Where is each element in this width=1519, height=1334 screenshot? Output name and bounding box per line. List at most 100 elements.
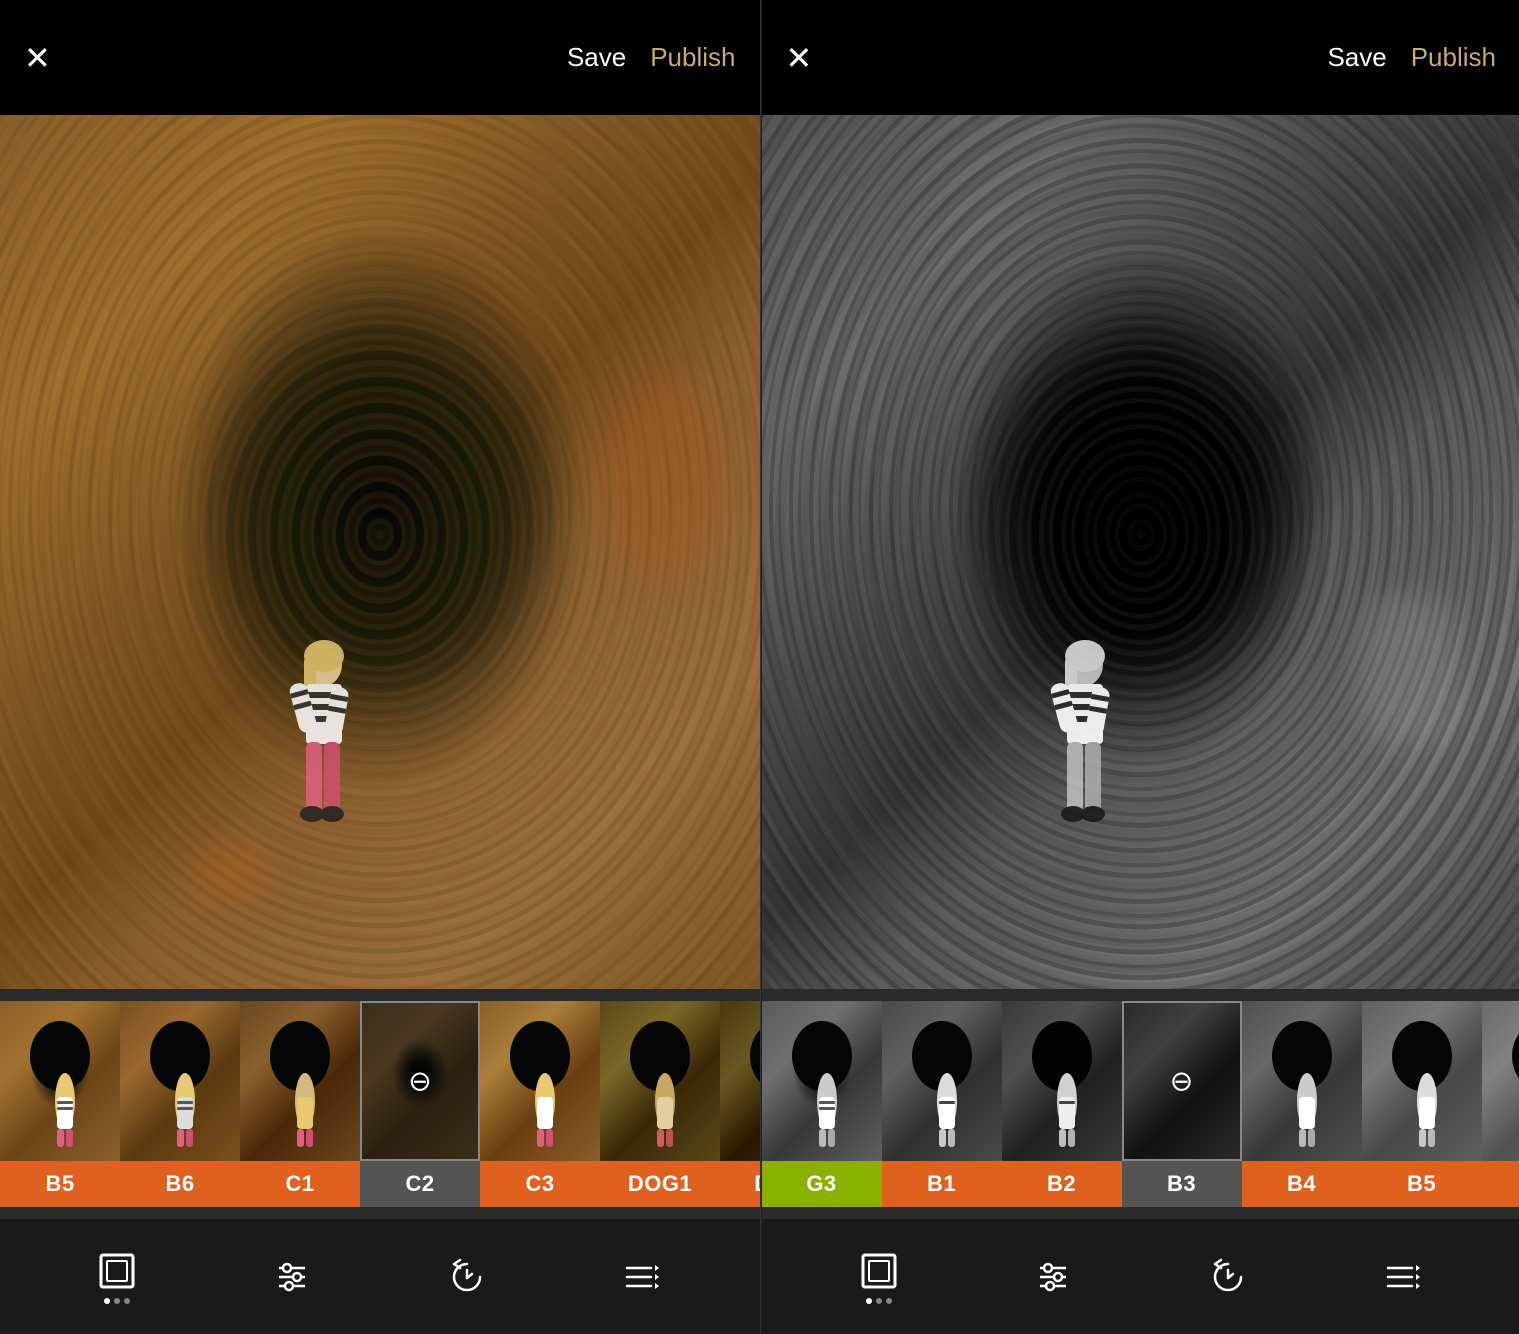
left-adjustments-button[interactable] xyxy=(271,1256,313,1298)
filter-label-b6-right: B6 xyxy=(1482,1161,1519,1207)
right-frames-icon xyxy=(858,1250,900,1292)
dot2 xyxy=(114,1298,120,1304)
filter-thumb-dog2-left xyxy=(720,1001,760,1161)
filter-label-b5-right: B5 xyxy=(1362,1161,1482,1207)
dot1 xyxy=(104,1298,110,1304)
dot3 xyxy=(124,1298,130,1304)
filter-active-icon-b3: ⊖ xyxy=(1170,1065,1193,1098)
right-header: ✕ Save Publish xyxy=(762,0,1519,115)
filter-label-c2-left: C2 xyxy=(360,1161,480,1207)
filter-item-c1-left[interactable]: C1 xyxy=(240,1001,360,1207)
right-child-figure xyxy=(1035,634,1125,884)
history-icon xyxy=(446,1256,488,1298)
filter-thumb-b6-left xyxy=(120,1001,240,1161)
filter-label-b6-left: B6 xyxy=(120,1161,240,1207)
left-presets-button[interactable] xyxy=(621,1256,663,1298)
right-history-icon xyxy=(1207,1256,1249,1298)
right-dot1 xyxy=(866,1298,872,1304)
filter-item-g3-right[interactable]: G3 xyxy=(762,1001,882,1207)
right-panel: ✕ Save Publish xyxy=(761,0,1519,1334)
filter-label-c1-left: C1 xyxy=(240,1161,360,1207)
filter-thumb-c3-left xyxy=(480,1001,600,1161)
filter-thumb-child-b6r xyxy=(1482,1001,1519,1161)
filter-thumb-child-b5r xyxy=(1362,1001,1482,1161)
filter-item-b3-right[interactable]: ⊖ B3 xyxy=(1122,1001,1242,1207)
left-filter-scroll: B5 B6 xyxy=(0,989,760,1219)
filter-item-c3-left[interactable]: C3 xyxy=(480,1001,600,1207)
filter-thumb-child-b4 xyxy=(1242,1001,1362,1161)
filter-label-b5-left: B5 xyxy=(0,1161,120,1207)
right-photo-area xyxy=(762,115,1519,989)
filter-label-g3-right: G3 xyxy=(762,1161,882,1207)
filter-label-b4-right: B4 xyxy=(1242,1161,1362,1207)
filter-thumb-child-c3 xyxy=(480,1001,600,1161)
filter-thumb-b6-right xyxy=(1482,1001,1519,1161)
filter-thumb-child-b5 xyxy=(0,1001,120,1161)
filter-thumb-child-b1 xyxy=(882,1001,1002,1161)
presets-icon xyxy=(621,1256,663,1298)
right-close-button[interactable]: ✕ xyxy=(786,42,813,74)
right-history-button[interactable] xyxy=(1207,1256,1249,1298)
filter-thumb-child-dog2 xyxy=(720,1001,760,1161)
filter-thumb-child-b2 xyxy=(1002,1001,1122,1161)
filter-item-b6-right[interactable]: B6 xyxy=(1482,1001,1519,1207)
filter-item-b5-right[interactable]: B5 xyxy=(1362,1001,1482,1207)
filter-item-c2-left[interactable]: ⊖ C2 xyxy=(360,1001,480,1207)
filter-thumb-child-c1 xyxy=(240,1001,360,1161)
left-panel: ✕ Save Publish xyxy=(0,0,760,1334)
right-adjustments-icon xyxy=(1032,1256,1074,1298)
right-filter-scroll: G3 B1 xyxy=(762,989,1519,1219)
filter-thumb-b4-right xyxy=(1242,1001,1362,1161)
filter-thumb-c2-left: ⊖ xyxy=(360,1001,480,1161)
adjustments-icon xyxy=(271,1256,313,1298)
filter-label-c3-left: C3 xyxy=(480,1161,600,1207)
left-photo-color xyxy=(0,115,760,989)
left-bottom-toolbar xyxy=(0,1219,760,1334)
filter-thumb-c1-left xyxy=(240,1001,360,1161)
right-presets-icon xyxy=(1382,1256,1424,1298)
frames-dots xyxy=(104,1298,130,1304)
filter-thumb-b5-right xyxy=(1362,1001,1482,1161)
left-filter-strip: B5 B6 xyxy=(0,989,760,1219)
frames-icon xyxy=(96,1250,138,1292)
filter-thumb-b2-right xyxy=(1002,1001,1122,1161)
filter-active-icon-c2: ⊖ xyxy=(408,1065,431,1098)
left-close-button[interactable]: ✕ xyxy=(24,42,51,74)
filter-thumb-child-b6 xyxy=(120,1001,240,1161)
filter-label-b2-right: B2 xyxy=(1002,1161,1122,1207)
right-filter-strip: G3 B1 xyxy=(762,989,1519,1219)
left-history-button[interactable] xyxy=(446,1256,488,1298)
filter-label-b3-right: B3 xyxy=(1122,1161,1242,1207)
right-frames-button[interactable] xyxy=(858,1250,900,1304)
left-frames-button[interactable] xyxy=(96,1250,138,1304)
filter-thumb-g3-right xyxy=(762,1001,882,1161)
filter-item-dog1-left[interactable]: DOG1 xyxy=(600,1001,720,1207)
right-photo-mono xyxy=(762,115,1519,989)
right-bottom-toolbar xyxy=(762,1219,1519,1334)
filter-item-b5-left[interactable]: B5 xyxy=(0,1001,120,1207)
right-header-actions: Save Publish xyxy=(1327,42,1496,73)
right-publish-button[interactable]: Publish xyxy=(1411,42,1496,73)
filter-item-b6-left[interactable]: B6 xyxy=(120,1001,240,1207)
filter-item-b1-right[interactable]: B1 xyxy=(882,1001,1002,1207)
filter-label-b1-right: B1 xyxy=(882,1161,1002,1207)
left-save-button[interactable]: Save xyxy=(567,42,626,73)
right-adjustments-button[interactable] xyxy=(1032,1256,1074,1298)
filter-thumb-dog1-left xyxy=(600,1001,720,1161)
left-child-figure xyxy=(274,634,364,884)
filter-thumb-child-g3 xyxy=(762,1001,882,1161)
filter-label-dog1-left: DOG1 xyxy=(600,1161,720,1207)
left-photo-area xyxy=(0,115,760,989)
right-save-button[interactable]: Save xyxy=(1327,42,1386,73)
filter-thumb-b5-left xyxy=(0,1001,120,1161)
filter-label-dog2-left: DOG xyxy=(720,1161,760,1207)
right-frames-dots xyxy=(866,1298,892,1304)
filter-item-dog2-left[interactable]: DOG xyxy=(720,1001,760,1207)
filter-item-b4-right[interactable]: B4 xyxy=(1242,1001,1362,1207)
left-publish-button[interactable]: Publish xyxy=(650,42,735,73)
filter-thumb-b1-right xyxy=(882,1001,1002,1161)
left-header: ✕ Save Publish xyxy=(0,0,760,115)
filter-thumb-b3-right: ⊖ xyxy=(1122,1001,1242,1161)
filter-item-b2-right[interactable]: B2 xyxy=(1002,1001,1122,1207)
right-presets-button[interactable] xyxy=(1382,1256,1424,1298)
